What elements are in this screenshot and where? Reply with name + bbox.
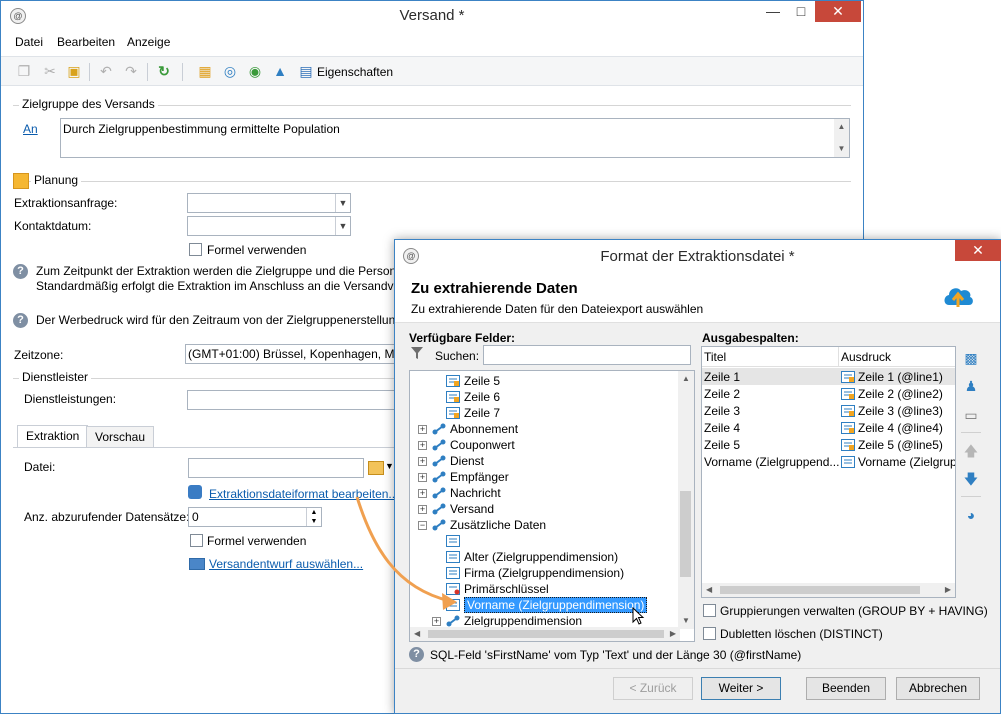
annotation-arrow xyxy=(355,496,457,610)
